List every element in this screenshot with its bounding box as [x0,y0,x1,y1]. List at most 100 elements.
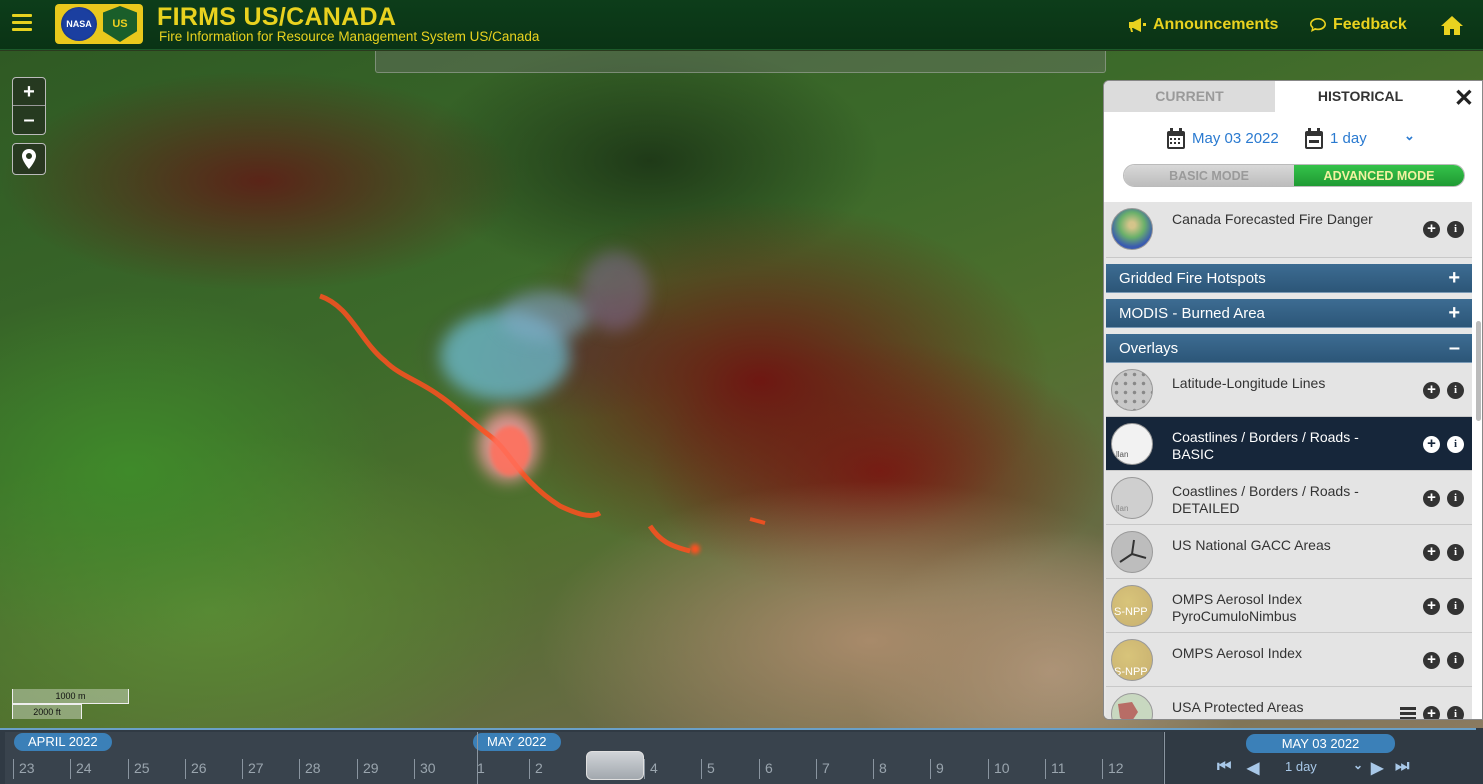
info-icon[interactable]: i [1447,598,1464,615]
day-tick[interactable]: 23 [13,759,35,779]
table-icon[interactable] [1400,707,1416,719]
layer-name: US National GACC Areas [1172,537,1331,553]
day-tick[interactable]: 6 [759,759,773,779]
fire-front-lines [319,293,766,554]
expand-icon[interactable]: + [1448,264,1460,293]
day-tick[interactable]: 28 [299,759,321,779]
tab-historical[interactable]: HISTORICAL [1275,81,1446,112]
scale-bar: 1000 m 2000 ft [12,689,129,719]
scale-imperial: 2000 ft [12,704,82,719]
zoom-control: + – [12,77,46,135]
fire-hotspot [490,426,530,476]
collapse-icon[interactable]: – [1449,334,1460,363]
skip-forward-icon[interactable]: ⏭ [1395,758,1409,776]
group-gridded-fire-hotspots[interactable]: Gridded Fire Hotspots + [1106,264,1472,293]
add-layer-button[interactable]: + [1423,598,1440,615]
announcements-link[interactable]: Announcements [1128,16,1278,34]
chat-icon [1310,18,1326,32]
day-tick[interactable]: 9 [930,759,944,779]
layer-thumbnail: llan [1111,477,1153,519]
calendar-range-icon[interactable] [1304,128,1324,150]
timeline-handle[interactable] [586,751,644,780]
month-label-may: MAY 2022 [473,733,561,751]
day-tick[interactable]: 11 [1045,759,1066,779]
day-tick[interactable]: 10 [988,759,1010,779]
layer-name: Canada Forecasted Fire Danger [1172,211,1373,227]
thumb-label: S-NPP [1114,606,1148,618]
day-tick[interactable]: 12 [1102,759,1124,779]
expand-icon[interactable]: + [1448,299,1460,328]
home-button[interactable] [1440,15,1464,36]
info-icon[interactable]: i [1447,544,1464,561]
thumb-label: llan [1116,504,1129,513]
basic-mode-button[interactable]: BASIC MODE [1124,165,1294,186]
calendar-icon[interactable] [1166,128,1186,150]
timeline-range-select[interactable]: 1 day [1285,759,1317,774]
day-tick[interactable]: 7 [816,759,830,779]
day-tick[interactable]: 2 [529,759,543,779]
agency-logos[interactable]: NASA US [55,4,143,44]
layer-name: OMPS Aerosol Index PyroCumuloNimbus [1172,591,1302,624]
thumb-label: S-NPP [1114,666,1148,678]
menu-icon[interactable] [12,14,32,34]
info-icon[interactable]: i [1447,706,1464,719]
chevron-down-icon[interactable]: ⌄ [1404,128,1415,144]
overlay-item-gacc-areas[interactable]: US National GACC Areas + i [1106,525,1472,579]
day-tick[interactable]: 25 [128,759,150,779]
overlay-item-coastlines-basic[interactable]: llan Coastlines / Borders / Roads - BASI… [1106,417,1472,471]
add-layer-button[interactable]: + [1423,544,1440,561]
day-tick[interactable]: 8 [873,759,887,779]
feedback-link[interactable]: Feedback [1309,16,1407,34]
chevron-down-icon[interactable]: ⌄ [1353,758,1363,772]
add-layer-button[interactable]: + [1423,706,1440,719]
zoom-out-button[interactable]: – [13,106,45,134]
overlay-item-omps-aerosol[interactable]: S-NPP OMPS Aerosol Index + i [1106,633,1472,687]
info-icon[interactable]: i [1447,436,1464,453]
zoom-in-button[interactable]: + [13,78,45,106]
overlay-item-omps-pyrocb[interactable]: S-NPP OMPS Aerosol Index PyroCumuloNimbu… [1106,579,1472,633]
skip-back-icon[interactable]: ⏮ [1217,758,1231,776]
group-label: Gridded Fire Hotspots [1119,270,1266,287]
step-back-icon[interactable]: ◀︎ [1247,758,1259,778]
day-tick[interactable]: 24 [70,759,92,779]
day-tick[interactable]: 5 [701,759,715,779]
group-modis-burned-area[interactable]: MODIS - Burned Area + [1106,299,1472,328]
tab-current[interactable]: CURRENT [1104,81,1275,112]
selected-date[interactable]: May 03 2022 [1192,130,1279,147]
info-icon[interactable]: i [1447,490,1464,507]
add-layer-button[interactable]: + [1423,382,1440,399]
info-icon[interactable]: i [1447,221,1464,238]
overlay-item-protected-areas[interactable]: USA Protected Areas + i [1106,687,1472,719]
day-tick[interactable]: 4 [644,759,658,779]
step-forward-icon[interactable]: ▶︎ [1371,758,1383,778]
panel-tabs: CURRENT HISTORICAL [1104,81,1482,112]
panel-scrollbar[interactable] [1476,321,1481,421]
usfs-logo: US [103,6,137,42]
group-overlays[interactable]: Overlays – [1106,334,1472,363]
location-button[interactable] [12,143,46,175]
add-layer-button[interactable]: + [1423,490,1440,507]
layer-name: OMPS Aerosol Index [1172,645,1302,661]
advanced-mode-button[interactable]: ADVANCED MODE [1294,165,1464,186]
day-tick[interactable]: 26 [185,759,207,779]
day-tick[interactable]: 30 [414,759,436,779]
scale-metric: 1000 m [12,689,129,704]
layer-item[interactable]: Canada Forecasted Fire Danger + i [1106,202,1472,258]
app-subtitle: Fire Information for Resource Management… [159,29,540,44]
day-tick[interactable]: 1 [472,759,485,779]
close-icon[interactable]: ✕ [1454,84,1474,113]
day-tick[interactable]: 27 [242,759,264,779]
add-layer-button[interactable]: + [1423,436,1440,453]
date-selector: May 03 2022 1 day ⌄ [1104,125,1482,153]
overlay-item-coastlines-detailed[interactable]: llan Coastlines / Borders / Roads - DETA… [1106,471,1472,525]
layer-name: Coastlines / Borders / Roads - BASIC [1172,429,1359,462]
day-tick[interactable]: 29 [357,759,379,779]
group-label: Overlays [1119,340,1179,357]
date-range-select[interactable]: 1 day [1330,130,1367,147]
info-icon[interactable]: i [1447,652,1464,669]
info-icon[interactable]: i [1447,382,1464,399]
add-layer-button[interactable]: + [1423,221,1440,238]
timeline-track[interactable]: APRIL 2022 MAY 2022 23 24 25 26 27 28 29… [5,732,1163,784]
overlay-item-lat-lon[interactable]: Latitude-Longitude Lines + i [1106,363,1472,417]
add-layer-button[interactable]: + [1423,652,1440,669]
